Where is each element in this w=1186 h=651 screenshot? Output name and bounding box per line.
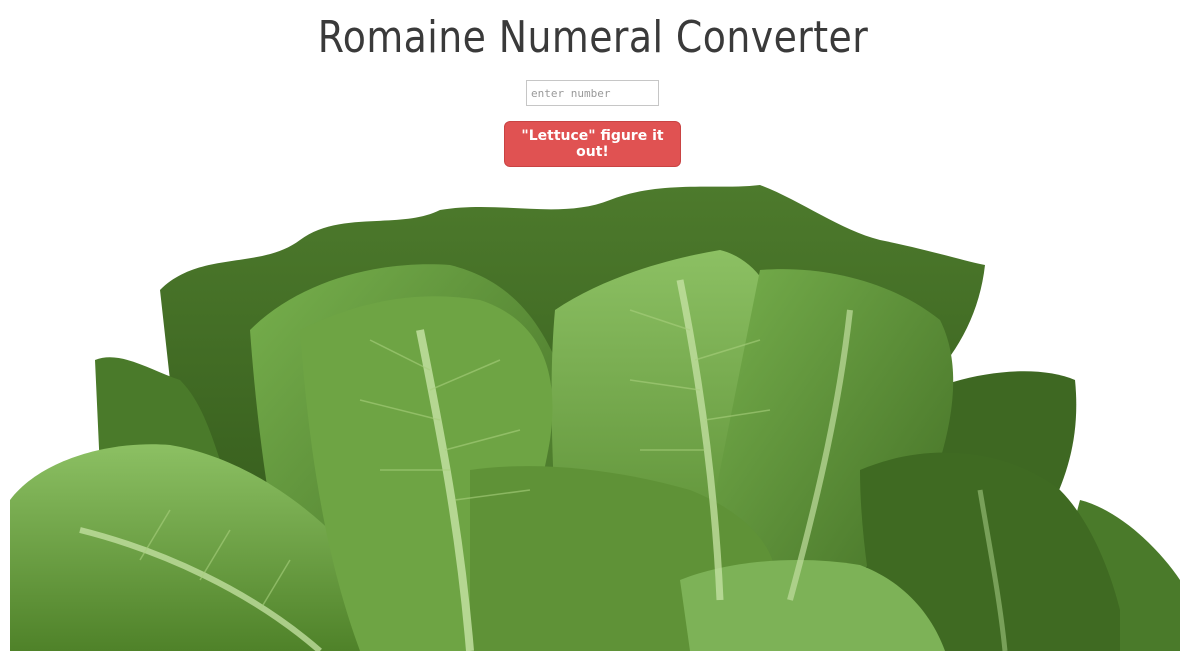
romaine-lettuce-image <box>10 185 1180 651</box>
page-title: Romaine Numeral Converter <box>317 12 869 63</box>
convert-button[interactable]: "Lettuce" figure it out! <box>504 121 681 167</box>
page: Romaine Numeral Converter "Lettuce" figu… <box>0 0 1186 651</box>
number-input[interactable] <box>526 80 659 106</box>
